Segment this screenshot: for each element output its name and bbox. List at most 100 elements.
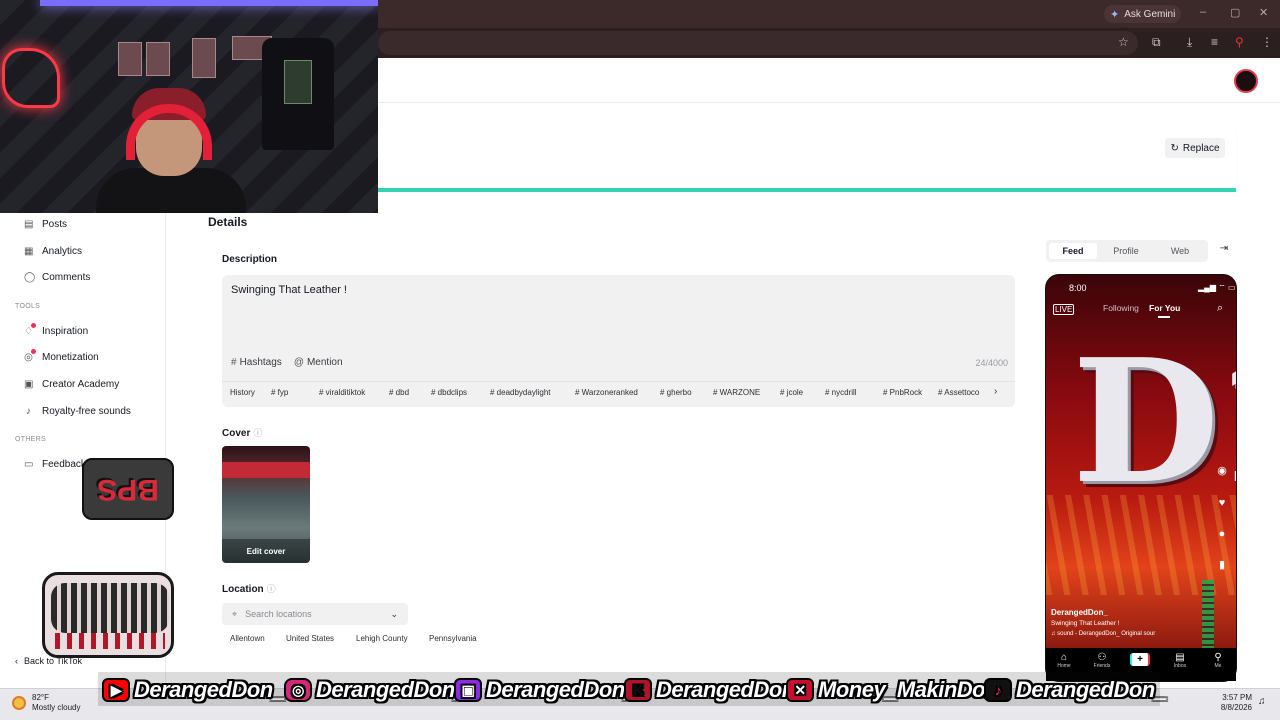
- hashtag-chip[interactable]: # deadbydaylight: [490, 388, 551, 397]
- hashtag-chip[interactable]: # fyp: [271, 388, 288, 397]
- phone-nav-foryou: For You: [1149, 303, 1181, 313]
- info-icon[interactable]: ⓘ: [253, 428, 262, 438]
- video-d1-graphic: D1: [1072, 322, 1236, 522]
- hashtag-chip[interactable]: # PnbRock: [883, 388, 922, 397]
- sidebar-item-label: Creator Academy: [42, 378, 120, 390]
- friends-icon: ⚇: [1097, 652, 1107, 663]
- mention-button[interactable]: @ Mention: [294, 357, 343, 368]
- phone-username: DerangedDon_: [1051, 608, 1108, 617]
- maximize-icon[interactable]: ▢: [1230, 6, 1240, 19]
- cover-label-text: Cover: [222, 428, 251, 439]
- kick-handle-text: DerangedDon: [656, 677, 795, 702]
- clock-time: 3:57 PM: [1222, 693, 1252, 702]
- hashtag-chip[interactable]: # viralditiktok: [319, 388, 365, 397]
- edit-cover-button[interactable]: Edit cover: [222, 539, 310, 563]
- comments-icon: ◯: [24, 271, 36, 283]
- phone-nav-underline: [1158, 316, 1170, 318]
- hashtag-chip[interactable]: # Assettoco: [938, 388, 990, 397]
- instagram-handle: ◎ DerangedDon_: [284, 676, 467, 704]
- replace-label: Replace: [1182, 142, 1220, 154]
- phone-time: 8:00: [1069, 283, 1087, 293]
- phone-search-icon: ⌕: [1217, 302, 1224, 314]
- me-icon: ⚲: [1214, 652, 1222, 663]
- sidebar-item-feedback[interactable]: ▭ Feedback: [24, 455, 86, 473]
- location-search-select[interactable]: ⌖ Search locations ⌄: [222, 603, 408, 625]
- hashtag-chip[interactable]: # gherbo: [660, 388, 692, 397]
- address-bar[interactable]: [378, 31, 1138, 55]
- cover-thumbnail[interactable]: Edit cover: [222, 446, 310, 563]
- location-chip[interactable]: Lehigh County: [356, 634, 408, 643]
- webcam-shirt-print: [284, 60, 312, 104]
- profile-icon[interactable]: ⚲: [1235, 35, 1244, 49]
- chevron-down-icon: ⌄: [390, 608, 398, 619]
- extensions-icon[interactable]: ⧉: [1152, 35, 1161, 50]
- x-handle: ✕ Money_MakinDon: [786, 676, 999, 704]
- instagram-handle-text: DerangedDon_: [316, 677, 467, 702]
- sidebar-item-creator-academy[interactable]: ▣ Creator Academy: [24, 375, 119, 393]
- history-label[interactable]: History: [230, 388, 255, 397]
- phone-comment-icon: ●: [1218, 528, 1226, 540]
- notification-bell-icon[interactable]: ♫: [1258, 696, 1266, 707]
- tab-profile[interactable]: Profile: [1102, 243, 1150, 259]
- hashtag-chip[interactable]: # dbdclips: [431, 388, 467, 397]
- replace-button[interactable]: ↻ Replace: [1165, 138, 1225, 158]
- others-section-header: OTHERS: [15, 436, 46, 443]
- inbox-icon: ▤: [1175, 652, 1185, 663]
- sidebar-item-analytics[interactable]: ▦ Analytics: [24, 242, 82, 260]
- hashtag-chip[interactable]: # nycdrill: [825, 388, 857, 397]
- sidebar-item-royalty-free-sounds[interactable]: ♪ Royalty-free sounds: [24, 402, 131, 420]
- hashtag-chip[interactable]: # dbd: [389, 388, 409, 397]
- ask-gemini-button[interactable]: ✦ Ask Gemini: [1104, 5, 1182, 23]
- info-icon[interactable]: ⓘ: [267, 584, 276, 594]
- tab-web[interactable]: Web: [1156, 243, 1204, 259]
- description-value[interactable]: Swinging That Leather !: [231, 284, 347, 296]
- open-preview-icon[interactable]: ⇥: [1216, 243, 1232, 259]
- sidebar-item-posts[interactable]: ▤ Posts: [24, 215, 67, 233]
- refresh-icon: ↻: [1170, 142, 1179, 154]
- location-chip[interactable]: Pennsylvania: [429, 634, 477, 643]
- kick-handle: K DerangedDon: [624, 676, 795, 704]
- weather-widget[interactable]: 82°F Mostly cloudy: [12, 693, 80, 713]
- weather-temp: 82°F: [32, 693, 49, 702]
- star-icon[interactable]: ☆: [1118, 35, 1129, 49]
- menu-icon[interactable]: ⋮: [1261, 35, 1273, 49]
- hashtag-chip[interactable]: # WARZONE: [713, 388, 760, 397]
- phone-caption: Swinging That Leather !: [1051, 620, 1120, 627]
- posts-icon: ▤: [24, 218, 34, 230]
- tiktok-handle: ♪ DerangedDon_: [984, 676, 1167, 704]
- phone-status-icons: ▂▄▆ ⌔ ▭: [1198, 283, 1236, 292]
- sidebar-item-label: Posts: [42, 218, 68, 230]
- sidebar-item-inspiration[interactable]: ♢ Inspiration: [24, 322, 88, 340]
- ask-gemini-label: Ask Gemini: [1124, 8, 1176, 20]
- twitch-handle-text: DerangedDon_: [486, 677, 637, 702]
- analytics-icon: ▦: [24, 245, 34, 257]
- close-window-icon[interactable]: ✕: [1259, 6, 1268, 19]
- graffiti-sticker: [42, 572, 174, 658]
- academy-icon: ▣: [24, 378, 34, 390]
- chevron-right-icon[interactable]: ›: [994, 386, 997, 397]
- taskbar-clock[interactable]: 3:57 PM 8/8/2026: [1212, 693, 1252, 713]
- queue-icon[interactable]: ≡: [1211, 35, 1218, 49]
- notification-dot: [31, 348, 36, 354]
- tools-section-header: TOOLS: [15, 303, 41, 310]
- minimize-icon[interactable]: –: [1200, 6, 1206, 18]
- download-icon[interactable]: ⤓: [1187, 35, 1192, 50]
- location-chip[interactable]: United States: [286, 634, 334, 643]
- tab-feed[interactable]: Feed: [1049, 243, 1097, 259]
- phone-nav-inbox: ▤ Inbox: [1167, 652, 1193, 669]
- at-icon: @: [293, 357, 304, 368]
- sidebar-item-comments[interactable]: ◯ Comments: [24, 268, 90, 286]
- hashtag-chip[interactable]: # jcole: [780, 388, 803, 397]
- sidebar-item-monetization[interactable]: ◎ Monetization: [24, 348, 99, 366]
- phone-nav-label: Friends: [1093, 663, 1111, 669]
- phone-bookmark-icon: ▮: [1218, 559, 1226, 571]
- phone-nav-me: ⚲ Me: [1205, 652, 1231, 669]
- hashtag-chip[interactable]: # Warzoneranked: [575, 388, 638, 397]
- webcam-led-strip: [40, 0, 378, 6]
- description-tools: # Hashtags @ Mention: [231, 357, 343, 368]
- avatar[interactable]: [1234, 69, 1258, 93]
- weather-condition: Mostly cloudy: [32, 703, 81, 712]
- location-label: Location ⓘ: [222, 582, 276, 595]
- location-chip[interactable]: Allentown: [230, 634, 265, 643]
- hashtags-button[interactable]: # Hashtags: [231, 357, 282, 368]
